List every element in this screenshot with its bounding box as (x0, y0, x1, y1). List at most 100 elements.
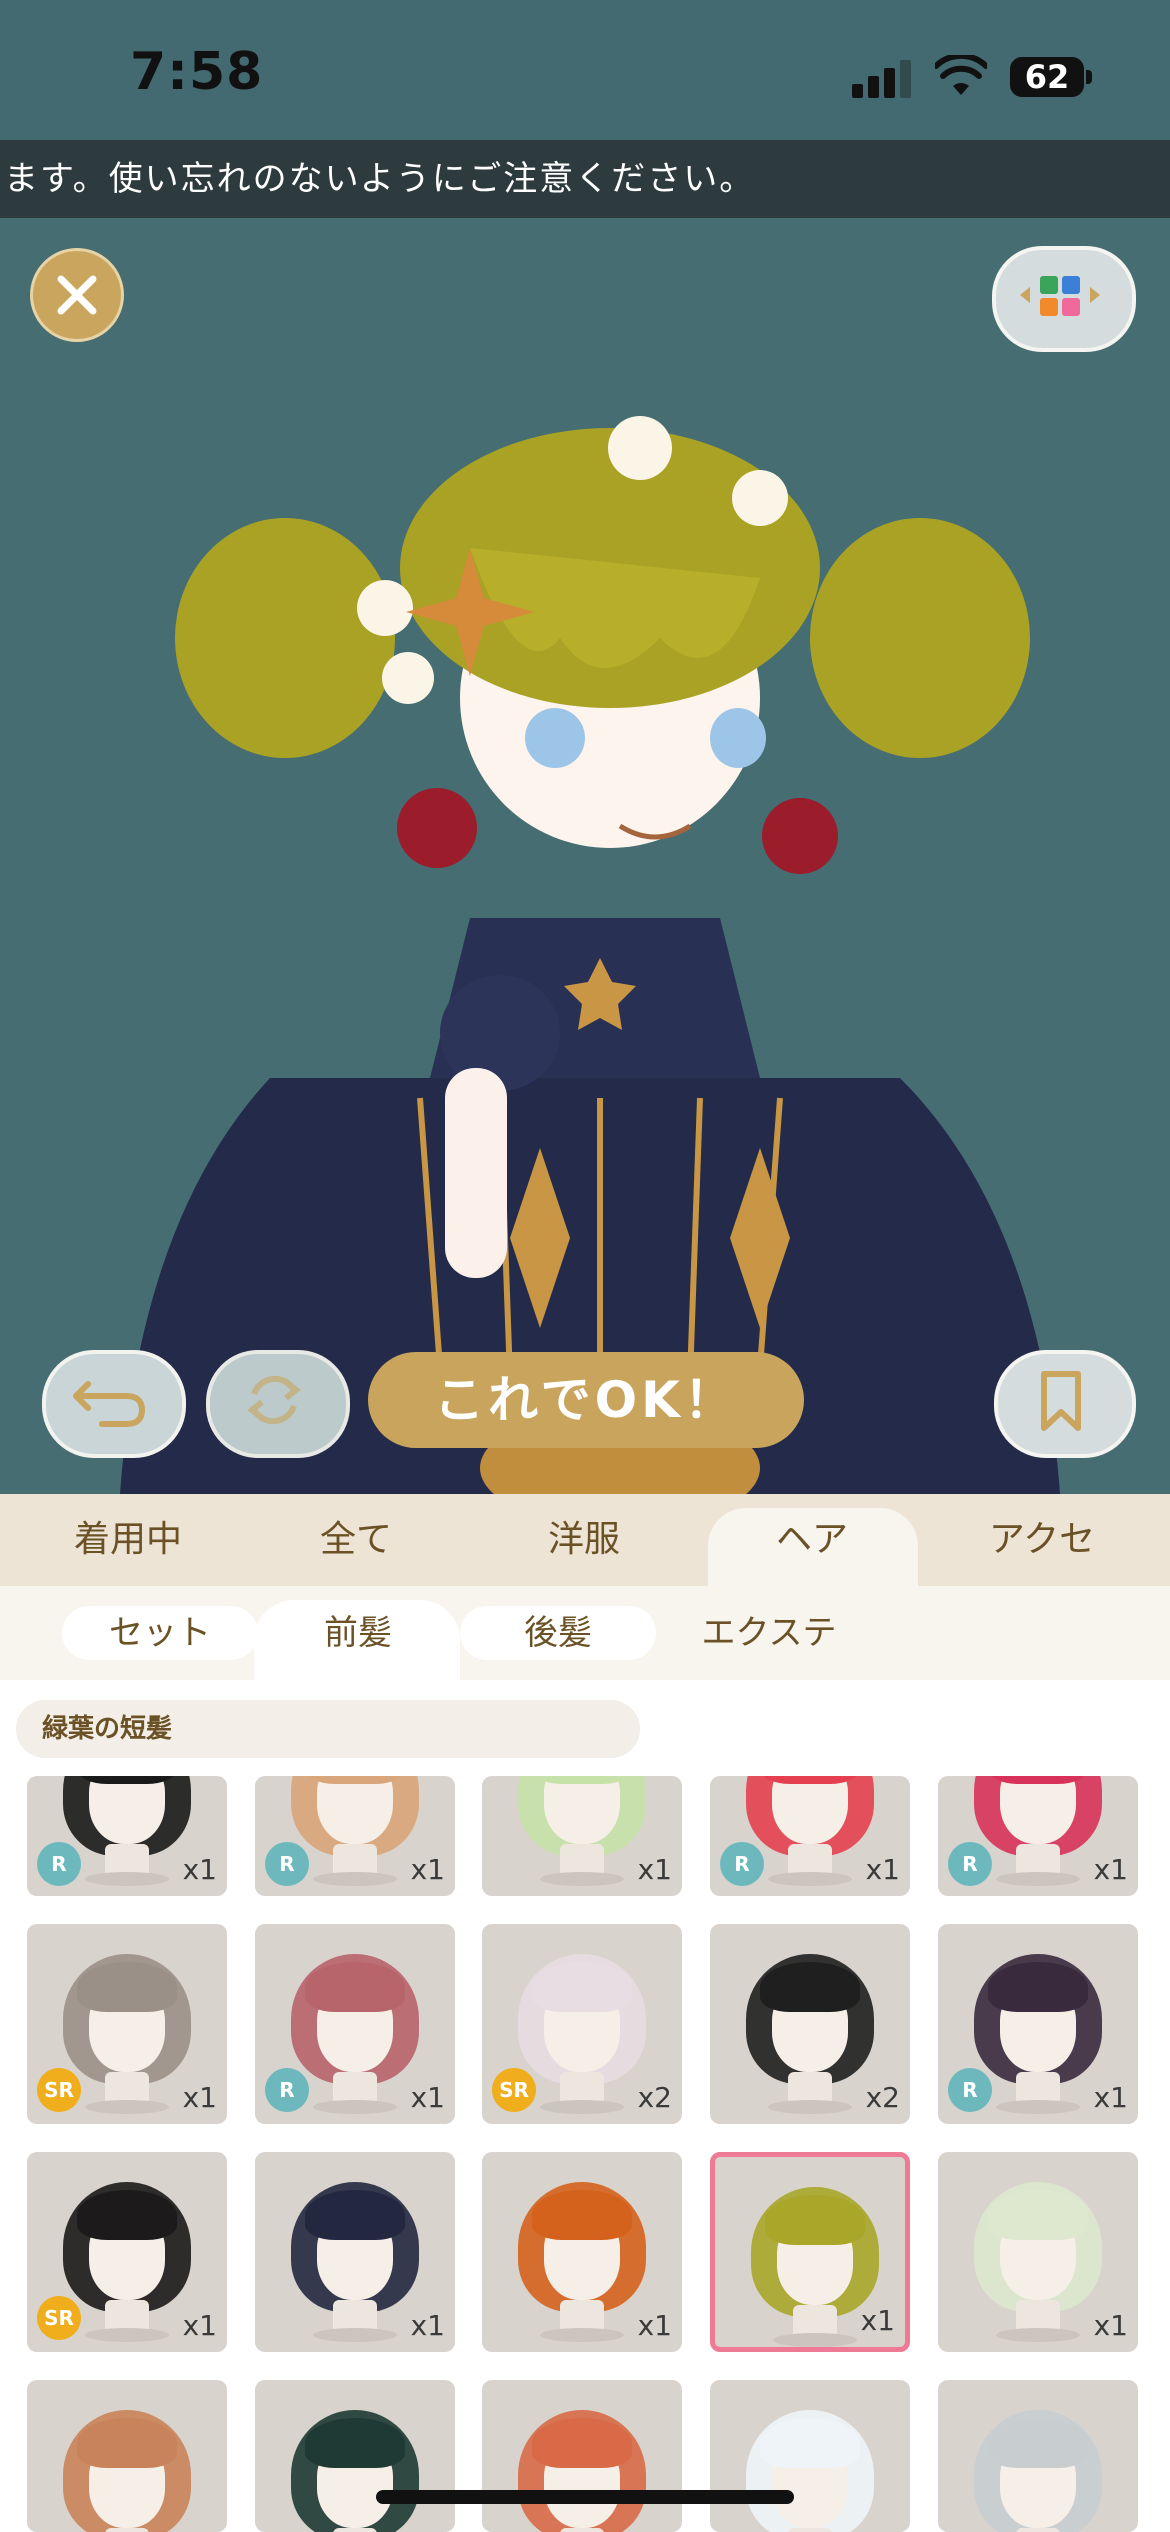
item-count: x1 (637, 2309, 672, 2342)
subtab-set[interactable]: セット (62, 1606, 258, 1660)
item-card[interactable]: x1 (482, 1776, 682, 1896)
item-card[interactable]: x1 (710, 2152, 910, 2352)
item-count: x1 (1093, 2081, 1128, 2114)
tab-all[interactable]: 全て (256, 1494, 456, 1586)
close-button[interactable] (30, 248, 124, 342)
mannequin-stand (560, 1844, 604, 1874)
mannequin-base (313, 2328, 397, 2342)
hair-fringe (305, 2190, 405, 2240)
mannequin-stand (788, 2528, 832, 2532)
tab-clothes[interactable]: 洋服 (484, 1494, 684, 1586)
item-card[interactable]: x1 (482, 2152, 682, 2352)
mannequin-stand (105, 2072, 149, 2102)
hair-preview (482, 2380, 682, 2532)
avatar-figure (120, 416, 1060, 1494)
mannequin-stand (105, 2528, 149, 2532)
hair-fringe (77, 1962, 177, 2012)
mannequin-base (540, 1872, 624, 1886)
item-card[interactable]: x1 (938, 2152, 1138, 2352)
mannequin-stand (1016, 2072, 1060, 2102)
item-count: x1 (410, 2309, 445, 2342)
item-count: x2 (865, 2081, 900, 2114)
mannequin-stand (793, 2305, 837, 2335)
randomize-button[interactable] (206, 1350, 350, 1458)
item-card[interactable] (255, 2380, 455, 2532)
item-card[interactable]: x1 (255, 2152, 455, 2352)
confirm-ok-button[interactable]: これでOK！ (368, 1352, 804, 1448)
rarity-badge: R (948, 1842, 992, 1886)
mannequin-base (85, 2328, 169, 2342)
notice-banner: ます。使い忘れのないようにご注意ください。 (0, 140, 1170, 218)
hair-fringe (532, 2190, 632, 2240)
mannequin-stand (333, 2300, 377, 2330)
avatar-stage (0, 218, 1170, 1494)
mannequin-base (996, 2100, 1080, 2114)
item-card[interactable]: Rx1 (27, 1776, 227, 1896)
undo-button[interactable] (42, 1350, 186, 1458)
subtab-extensions[interactable]: エクステ (664, 1606, 874, 1660)
item-count: x1 (410, 2081, 445, 2114)
search-input[interactable]: 緑葉の短髪 (16, 1700, 640, 1758)
item-count: x1 (410, 1853, 445, 1886)
hair-preview (27, 2380, 227, 2532)
rarity-badge: SR (37, 2296, 81, 2340)
hair-fringe (988, 1962, 1088, 2012)
item-card[interactable]: Rx1 (255, 1776, 455, 1896)
hair-fringe (988, 2418, 1088, 2468)
hair-fringe (532, 2418, 632, 2468)
hair-fringe (760, 1962, 860, 2012)
item-card[interactable]: Rx1 (938, 1776, 1138, 1896)
mannequin-stand (1016, 2528, 1060, 2532)
bookmark-icon (1041, 1371, 1081, 1431)
mannequin-base (768, 1872, 852, 1886)
item-count: x1 (182, 2081, 217, 2114)
mannequin-stand (788, 2072, 832, 2102)
item-count: x1 (865, 1853, 900, 1886)
mannequin-base (768, 2100, 852, 2114)
mannequin-base (773, 2333, 857, 2347)
item-card[interactable]: Rx1 (938, 1924, 1138, 2124)
mannequin-stand (560, 2072, 604, 2102)
hair-fringe (77, 2418, 177, 2468)
tab-hair[interactable]: ヘア (712, 1494, 912, 1586)
tab-accessory[interactable]: アクセ (942, 1494, 1142, 1586)
layout-toggle-button[interactable] (992, 246, 1136, 352)
cellular-icon (852, 58, 914, 98)
item-card[interactable]: SR x1 (27, 1924, 227, 2124)
mannequin-base (996, 1872, 1080, 1886)
mannequin-base (85, 2100, 169, 2114)
item-card[interactable] (938, 2380, 1138, 2532)
subtab-bangs[interactable]: 前髪 (260, 1606, 456, 1660)
item-card[interactable]: x2 (710, 1924, 910, 2124)
mannequin-stand (333, 2072, 377, 2102)
close-icon (57, 275, 97, 315)
item-card[interactable]: Rx1 (255, 1924, 455, 2124)
item-card[interactable] (482, 2380, 682, 2532)
bookmark-button[interactable] (994, 1350, 1136, 1458)
hair-fringe (77, 2190, 177, 2240)
item-count: x1 (860, 2304, 895, 2337)
tab-wearing[interactable]: 着用中 (28, 1494, 228, 1586)
color-grid-icon (1020, 276, 1100, 316)
item-count: x1 (1093, 2309, 1128, 2342)
hair-fringe (532, 1962, 632, 2012)
item-count: x1 (182, 1853, 217, 1886)
shuffle-icon (247, 1375, 301, 1425)
item-card[interactable]: SR x2 (482, 1924, 682, 2124)
rarity-badge: R (265, 2068, 309, 2112)
item-card[interactable] (27, 2380, 227, 2532)
subtab-back-hair[interactable]: 後髪 (460, 1606, 656, 1660)
item-card[interactable]: Rx1 (710, 1776, 910, 1896)
mannequin-stand (560, 2528, 604, 2532)
item-card[interactable] (710, 2380, 910, 2532)
mannequin-base (313, 1872, 397, 1886)
rarity-badge: SR (492, 2068, 536, 2112)
hair-preview (710, 2380, 910, 2532)
item-card[interactable]: SR x1 (27, 2152, 227, 2352)
undo-icon (73, 1381, 145, 1427)
hair-fringe (988, 2190, 1088, 2240)
item-count: x2 (637, 2081, 672, 2114)
status-time: 7:58 (130, 42, 264, 102)
hair-fringe (760, 2418, 860, 2468)
hair-fringe (305, 1962, 405, 2012)
